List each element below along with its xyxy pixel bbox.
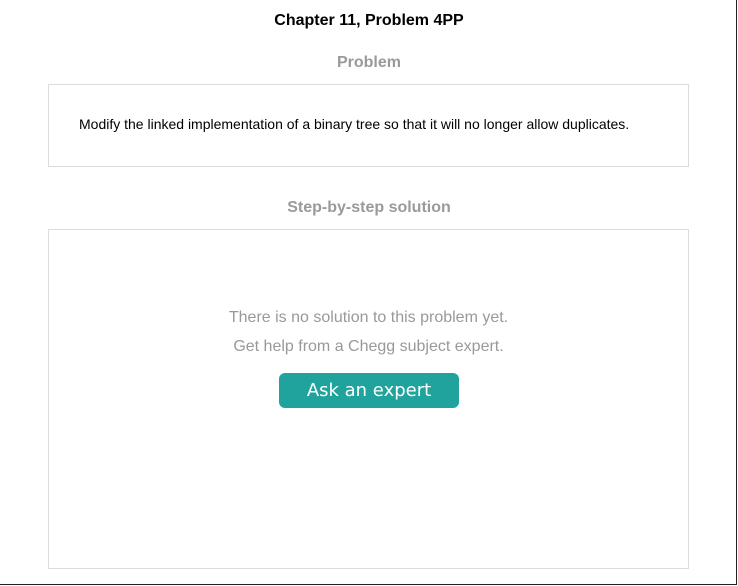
ask-an-expert-button[interactable]: Ask an expert [279, 373, 459, 408]
problem-box: Modify the linked implementation of a bi… [48, 84, 689, 167]
problem-text: Modify the linked implementation of a bi… [79, 116, 630, 132]
problem-heading: Problem [336, 54, 401, 71]
solution-box: There is no solution to this problem yet… [48, 229, 689, 569]
get-help-message: Get help from a Chegg subject expert. [233, 338, 504, 355]
solution-heading: Step-by-step solution [287, 199, 451, 216]
page-title: Chapter 11, Problem 4PP [274, 12, 464, 29]
no-solution-message: There is no solution to this problem yet… [228, 309, 509, 326]
